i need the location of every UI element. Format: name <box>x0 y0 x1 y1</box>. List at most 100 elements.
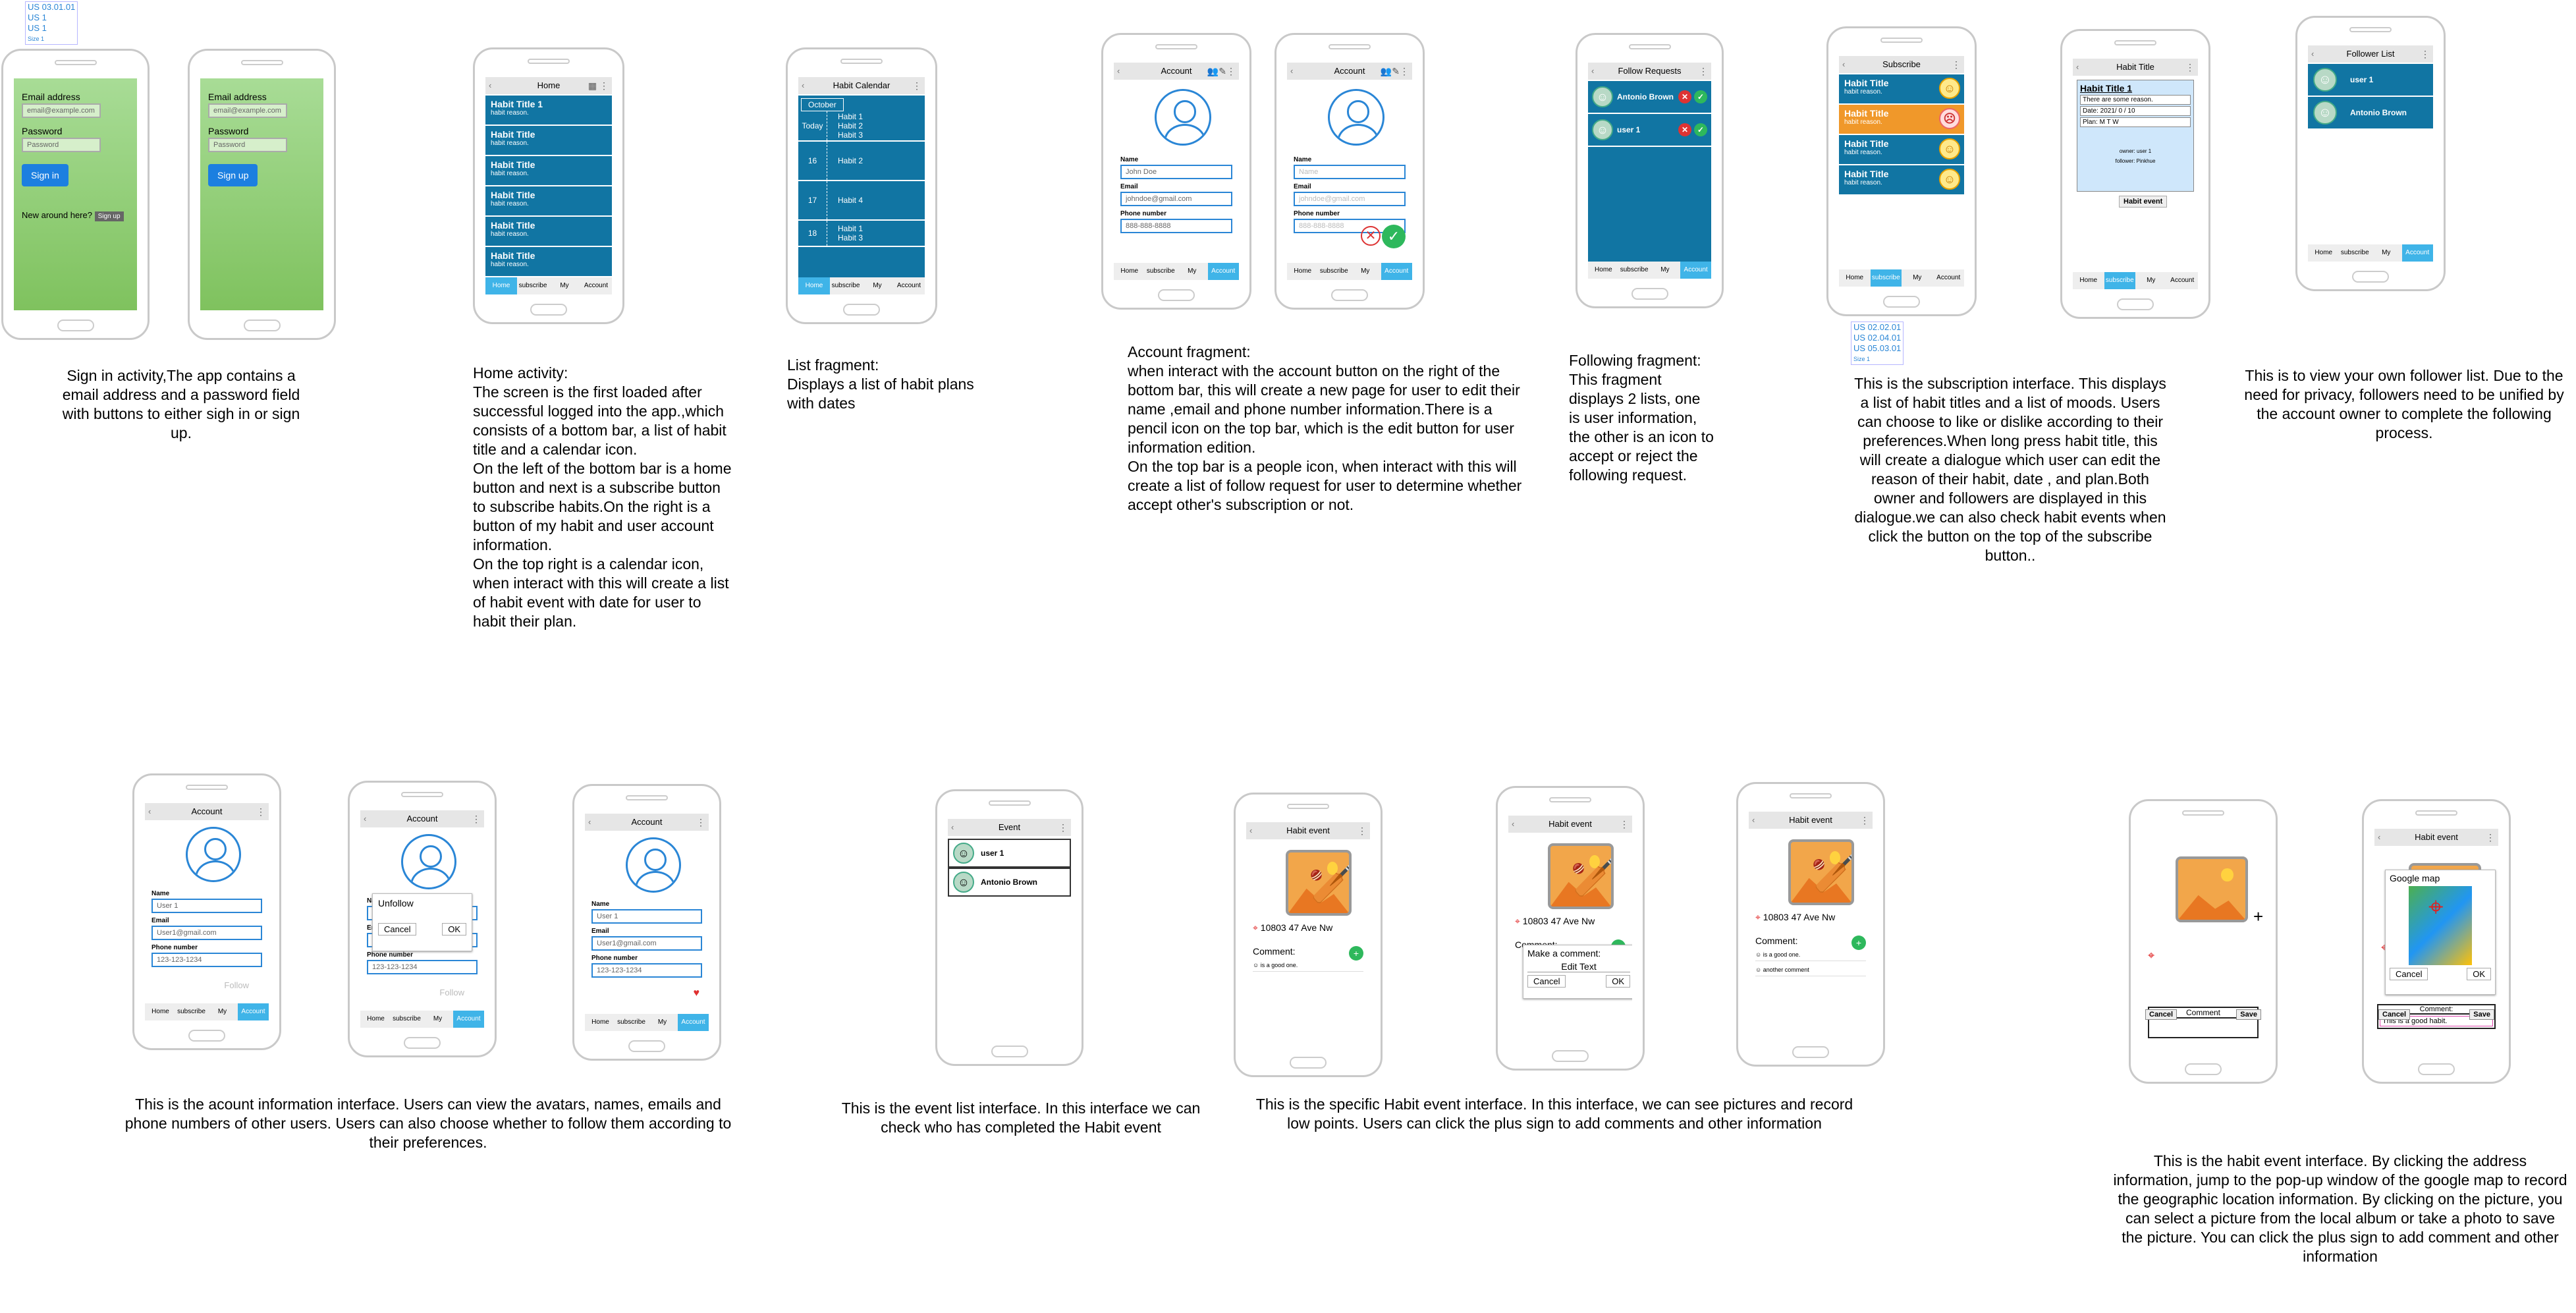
ok-button[interactable]: OK <box>2467 968 2491 980</box>
nav-account[interactable]: Account <box>580 277 612 294</box>
sign-up-small-button[interactable]: Sign up <box>94 211 124 221</box>
subscribe-list-item[interactable]: Habit Title habit reason. ☹ <box>1839 105 1964 135</box>
email-field[interactable]: email@example.com <box>208 103 287 118</box>
habit-picture[interactable]: 🏏 <box>1286 850 1352 916</box>
password-field[interactable]: Password <box>22 138 101 152</box>
cancel-button[interactable]: Cancel <box>2378 1009 2411 1020</box>
event-user-row[interactable]: ☺ user 1 <box>948 839 1071 868</box>
follow-button[interactable]: Follow <box>439 988 464 997</box>
email-field[interactable]: johndoe@gmail.com <box>1120 192 1232 206</box>
habit-list-item[interactable]: Habit Title habit reason. <box>485 156 612 186</box>
nav-my[interactable]: My <box>862 277 893 294</box>
address-row[interactable]: ⌖ 10803 47 Ave Nw <box>1515 916 1595 927</box>
unfollow-option[interactable]: Unfollow <box>378 898 466 908</box>
phone-field[interactable]: 888-888-8888 <box>1120 219 1232 233</box>
habit-picture[interactable]: 🏏 <box>1788 839 1854 905</box>
ok-button[interactable]: OK <box>1606 975 1630 988</box>
nav-home[interactable]: Home <box>798 277 830 294</box>
nav-home[interactable]: Home <box>1839 269 1871 287</box>
nav-subscribe[interactable]: subscribe <box>391 1011 422 1028</box>
like-mood-icon[interactable]: ☺ <box>1939 78 1960 99</box>
save-button[interactable]: Save <box>2236 1009 2261 1020</box>
reject-icon[interactable]: ✕ <box>1678 123 1691 136</box>
calendar-row[interactable]: 16 Habit 2 <box>798 142 925 181</box>
nav-my[interactable]: My <box>1176 263 1208 280</box>
nav-home[interactable]: Home <box>1287 263 1319 280</box>
plan-field[interactable]: Plan: M T W <box>2080 117 2191 127</box>
reject-icon[interactable]: ✕ <box>1678 90 1691 103</box>
nav-subscribe[interactable]: subscribe <box>1619 262 1650 279</box>
nav-home[interactable]: Home <box>360 1011 391 1028</box>
add-comment-icon[interactable]: + <box>1349 946 1363 961</box>
nav-home[interactable]: Home <box>2308 244 2340 262</box>
avatar[interactable] <box>1328 89 1384 146</box>
heart-icon[interactable]: ♥ <box>694 988 700 999</box>
calendar-row[interactable]: Today Habit 1 Habit 2 Habit 3 <box>798 111 925 142</box>
nav-my[interactable]: My <box>1350 263 1381 280</box>
reject-edit-icon[interactable]: ✕ <box>1361 226 1381 246</box>
nav-account[interactable]: Account <box>1381 263 1412 280</box>
nav-home[interactable]: Home <box>585 1014 616 1031</box>
sign-in-button[interactable]: Sign in <box>22 164 69 186</box>
nav-account[interactable]: Account <box>1933 269 1965 287</box>
reason-field[interactable]: There are some reason. <box>2080 95 2191 105</box>
calendar-row[interactable]: 17 Habit 4 <box>798 181 925 221</box>
accept-icon[interactable]: ✓ <box>1694 123 1707 136</box>
habit-list-item[interactable]: Habit Title habit reason. <box>485 247 612 277</box>
habit-picture[interactable] <box>2176 856 2248 922</box>
like-mood-icon[interactable]: ☺ <box>1939 169 1960 190</box>
cancel-button[interactable]: Cancel <box>2145 1009 2178 1020</box>
nav-my[interactable]: My <box>1650 262 1681 279</box>
nav-account[interactable]: Account <box>678 1014 709 1031</box>
subscribe-list-item[interactable]: Habit Title habit reason. ☺ <box>1839 165 1964 196</box>
cancel-button[interactable]: Cancel <box>378 923 417 936</box>
nav-subscribe[interactable]: subscribe <box>1145 263 1177 280</box>
email-field[interactable]: email@example.com <box>22 103 101 118</box>
nav-my[interactable]: My <box>422 1011 453 1028</box>
nav-home[interactable]: Home <box>1114 263 1145 280</box>
nav-my[interactable]: My <box>2135 272 2167 289</box>
habit-list-item[interactable]: Habit Title 1 habit reason. <box>485 96 612 126</box>
like-mood-icon[interactable]: ☺ <box>1939 138 1960 159</box>
habit-picture[interactable]: 🏏 <box>1548 843 1614 909</box>
event-user-row[interactable]: ☺ Antonio Brown <box>948 868 1071 897</box>
email-field[interactable]: johndoe@gmail.com <box>1294 192 1406 206</box>
nav-my[interactable]: My <box>2370 244 2402 262</box>
cancel-button[interactable]: Cancel <box>2390 968 2428 980</box>
nav-subscribe[interactable]: subscribe <box>2340 244 2371 262</box>
nav-home[interactable]: Home <box>1588 262 1619 279</box>
habit-list-item[interactable]: Habit Title habit reason. <box>485 217 612 247</box>
nav-account[interactable]: Account <box>893 277 925 294</box>
habit-event-button[interactable]: Habit event <box>2119 196 2168 208</box>
nav-home[interactable]: Home <box>145 1003 176 1020</box>
sign-up-button[interactable]: Sign up <box>208 164 258 186</box>
follower-row[interactable]: ☺ user 1 <box>2308 64 2433 97</box>
habit-list-item[interactable]: Habit Title habit reason. <box>485 186 612 217</box>
nav-subscribe[interactable]: subscribe <box>1870 269 1902 287</box>
nav-my[interactable]: My <box>647 1014 678 1031</box>
nav-my[interactable]: My <box>1902 269 1933 287</box>
confirm-edit-icon[interactable]: ✓ <box>1382 225 1406 248</box>
follow-button[interactable]: Follow <box>224 980 249 990</box>
nav-my[interactable]: My <box>549 277 580 294</box>
nav-subscribe[interactable]: subscribe <box>2104 272 2135 289</box>
comment-input[interactable]: Edit Text <box>1527 961 1630 972</box>
location-pin-icon[interactable]: ⌖ <box>2148 949 2154 963</box>
nav-subscribe[interactable]: subscribe <box>176 1003 207 1020</box>
subscribe-list-item[interactable]: Habit Title habit reason. ☺ <box>1839 74 1964 105</box>
habit-list-item[interactable]: Habit Title habit reason. <box>485 126 612 156</box>
map-icon[interactable]: ⌖ <box>2409 886 2472 965</box>
nav-account[interactable]: Account <box>453 1011 484 1028</box>
nav-home[interactable]: Home <box>2073 272 2104 289</box>
ok-button[interactable]: OK <box>442 923 466 936</box>
accept-icon[interactable]: ✓ <box>1694 90 1707 103</box>
address-row[interactable]: ⌖ 10803 47 Ave Nw <box>1253 922 1332 934</box>
name-field[interactable]: Name <box>1294 165 1406 179</box>
add-comment-icon[interactable]: + <box>1851 936 1866 950</box>
cancel-button[interactable]: Cancel <box>1527 975 1566 988</box>
subscribe-list-item[interactable]: Habit Title habit reason. ☺ <box>1839 135 1964 165</box>
nav-account[interactable]: Account <box>2401 244 2433 262</box>
nav-subscribe[interactable]: subscribe <box>517 277 549 294</box>
add-plus-icon[interactable]: + <box>2253 907 2263 927</box>
nav-account[interactable]: Account <box>238 1003 269 1020</box>
